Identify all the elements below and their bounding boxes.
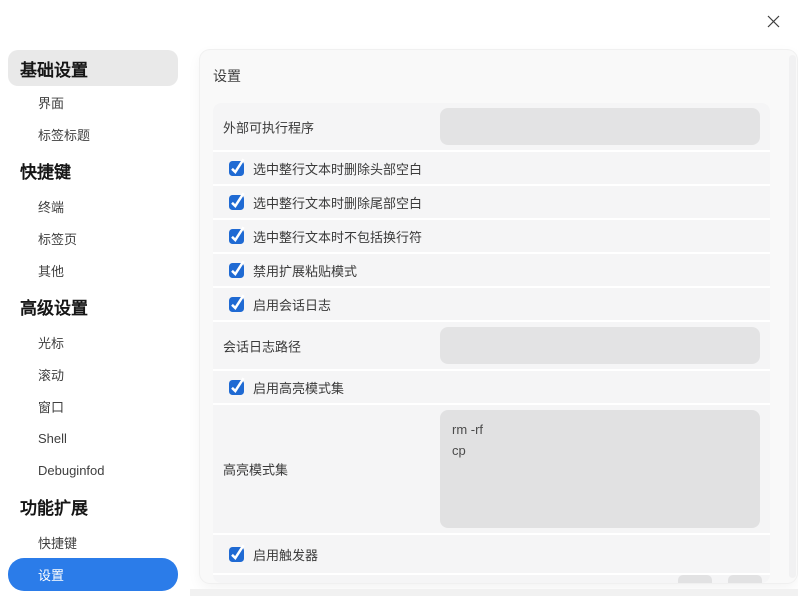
enable-session-log-label: 启用会话日志: [253, 297, 332, 313]
enable-triggers-checkbox[interactable]: [229, 544, 245, 562]
sidebar-header-shortcuts[interactable]: 快捷键: [8, 150, 178, 190]
session-log-path-input[interactable]: [440, 327, 760, 364]
checkmark-icon: [231, 158, 245, 174]
row-external-executable: 外部可执行程序: [213, 103, 770, 150]
enable-highlight-patterns-checkbox[interactable]: [229, 377, 245, 395]
external-executable-label: 外部可执行程序: [223, 120, 315, 135]
sidebar-item-tab-title[interactable]: 标签标题: [8, 118, 178, 150]
sidebar-item-settings[interactable]: 设置: [8, 558, 178, 591]
sidebar-item-scroll[interactable]: 滚动: [8, 358, 178, 390]
sidebar-item-window[interactable]: 窗口: [8, 390, 178, 422]
sidebar-item-terminal[interactable]: 终端: [8, 190, 178, 222]
row-enable-triggers: 启用触发器: [213, 535, 770, 573]
sidebar: 基础设置 界面 标签标题 快捷键 终端 标签页 其他 高级设置 光标 滚动 窗口…: [8, 50, 178, 591]
row-disable-bracketed-paste: 禁用扩展粘贴模式: [213, 254, 770, 286]
checkmark-icon: [231, 192, 245, 208]
settings-panel: 设置 外部可执行程序 选中整行文本时删除头部空白 选中整行文本时删除尾部空白 选…: [200, 50, 797, 583]
row-highlight-patterns: 高亮模式集 rm -rf cp: [213, 405, 770, 533]
sidebar-item-cursor[interactable]: 光标: [8, 326, 178, 358]
sidebar-item-tabs[interactable]: 标签页: [8, 222, 178, 254]
row-trim-trailing-whitespace: 选中整行文本时删除尾部空白: [213, 186, 770, 218]
sidebar-header-extensions[interactable]: 功能扩展: [8, 486, 178, 526]
sidebar-item-shell[interactable]: Shell: [8, 422, 178, 454]
row-session-log-path: 会话日志路径: [213, 322, 770, 369]
exclude-newline-checkbox[interactable]: [229, 226, 245, 244]
highlight-patterns-label: 高亮模式集: [223, 462, 289, 478]
row-enable-highlight-patterns: 启用高亮模式集: [213, 371, 770, 403]
clipped-button-2[interactable]: [728, 575, 762, 583]
sidebar-header-basic-settings[interactable]: 基础设置: [8, 50, 178, 86]
checkmark-icon: [231, 377, 245, 393]
settings-rows: 外部可执行程序 选中整行文本时删除头部空白 选中整行文本时删除尾部空白 选中整行…: [213, 103, 770, 583]
page-title: 设置: [213, 68, 241, 84]
window-bottom-edge: [190, 589, 798, 596]
sidebar-item-interface[interactable]: 界面: [8, 86, 178, 118]
session-log-path-label: 会话日志路径: [223, 339, 302, 354]
checkmark-icon: [231, 260, 245, 276]
disable-bracketed-paste-checkbox[interactable]: [229, 260, 245, 278]
disable-bracketed-paste-label: 禁用扩展粘贴模式: [253, 263, 358, 279]
row-clipped-next: [213, 575, 770, 583]
trim-leading-whitespace-checkbox[interactable]: [229, 158, 245, 176]
close-icon: [767, 15, 779, 27]
checkmark-icon: [231, 294, 245, 310]
checkmark-icon: [231, 544, 245, 560]
clipped-button-1[interactable]: [678, 575, 712, 583]
trim-trailing-whitespace-label: 选中整行文本时删除尾部空白: [253, 195, 423, 211]
external-executable-input[interactable]: [440, 108, 760, 145]
close-button[interactable]: [762, 10, 784, 32]
sidebar-item-debuginfod[interactable]: Debuginfod: [8, 454, 178, 486]
trim-trailing-whitespace-checkbox[interactable]: [229, 192, 245, 210]
row-exclude-newline: 选中整行文本时不包括换行符: [213, 220, 770, 252]
enable-highlight-patterns-label: 启用高亮模式集: [253, 380, 345, 396]
sidebar-item-shortcuts[interactable]: 快捷键: [8, 526, 178, 558]
exclude-newline-label: 选中整行文本时不包括换行符: [253, 229, 423, 245]
sidebar-header-advanced-settings[interactable]: 高级设置: [8, 286, 178, 326]
sidebar-item-other[interactable]: 其他: [8, 254, 178, 286]
scrollbar-track[interactable]: [789, 55, 796, 578]
row-enable-session-log: 启用会话日志: [213, 288, 770, 320]
row-trim-leading-whitespace: 选中整行文本时删除头部空白: [213, 152, 770, 184]
highlight-patterns-textarea[interactable]: rm -rf cp: [440, 410, 760, 528]
enable-triggers-label: 启用触发器: [253, 547, 319, 563]
enable-session-log-checkbox[interactable]: [229, 294, 245, 312]
checkmark-icon: [231, 226, 245, 242]
trim-leading-whitespace-label: 选中整行文本时删除头部空白: [253, 161, 423, 177]
